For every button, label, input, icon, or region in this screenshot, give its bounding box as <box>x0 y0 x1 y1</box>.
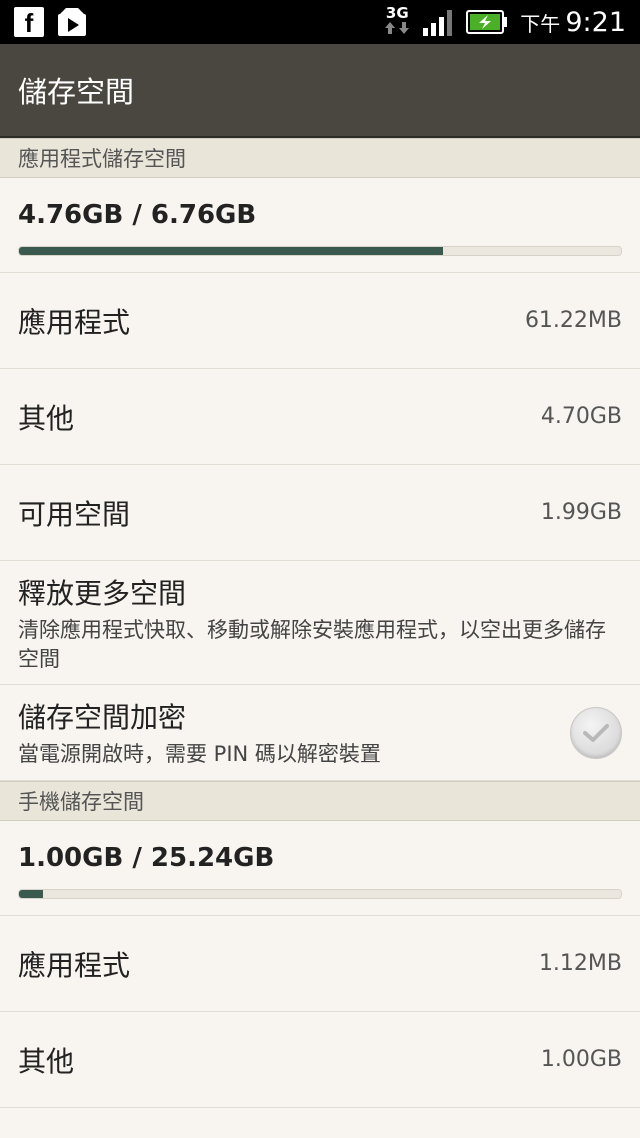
list-item-value: 61.22MB <box>524 308 622 333</box>
page-title: 儲存空間 <box>18 75 135 109</box>
phone-storage-progress-bar <box>18 889 622 899</box>
app-storage-progress-bar <box>18 246 622 256</box>
facebook-icon: f <box>14 7 44 38</box>
phone-storage-usage: 1.00GB / 25.24GB <box>0 821 640 916</box>
section-title: 手機儲存空間 <box>18 790 144 814</box>
battery-charging-icon <box>466 10 508 34</box>
list-item-value: 1.00GB <box>540 1047 622 1072</box>
phone-storage-usage-text: 1.00GB / 25.24GB <box>18 843 275 873</box>
phone-storage-progress-fill <box>19 890 44 898</box>
list-item-value: 1.12MB <box>538 951 622 976</box>
free-up-space-description: 清除應用程式快取、移動或解除安裝應用程式，以空出更多儲存空間 <box>18 617 606 671</box>
list-item-other[interactable]: 其他 4.70GB <box>0 369 640 465</box>
network-type-label: 3G <box>385 3 409 22</box>
section-header-app-storage: 應用程式儲存空間 <box>0 138 640 178</box>
signal-icon <box>423 10 453 36</box>
clock: 下午 9:21 <box>520 7 626 38</box>
storage-encryption-checkbox[interactable] <box>570 706 622 759</box>
section-title: 應用程式儲存空間 <box>18 147 186 171</box>
play-store-icon <box>58 8 86 36</box>
list-item-value: 4.70GB <box>540 404 622 429</box>
list-item-apps[interactable]: 應用程式 61.22MB <box>0 273 640 369</box>
free-up-space-title: 釋放更多空間 <box>18 576 187 610</box>
list-item-label: 應用程式 <box>18 305 131 339</box>
free-up-space-item[interactable]: 釋放更多空間 清除應用程式快取、移動或解除安裝應用程式，以空出更多儲存空間 <box>0 561 640 685</box>
clock-time: 9:21 <box>565 6 626 38</box>
list-item-label: 可用空間 <box>18 497 131 531</box>
checkmark-icon <box>583 723 609 742</box>
list-item-value: 1.99GB <box>540 500 622 525</box>
data-arrows-icon <box>385 21 410 34</box>
storage-encryption-title: 儲存空間加密 <box>18 701 187 734</box>
storage-encryption-item[interactable]: 儲存空間加密 當電源開啟時，需要 PIN 碼以解密裝置 <box>0 685 640 781</box>
app-storage-usage-text: 4.76GB / 6.76GB <box>18 200 257 230</box>
list-item-label: 其他 <box>18 1044 75 1078</box>
title-bar: 儲存空間 <box>0 44 640 138</box>
list-item-available-space[interactable]: 可用空間 1.99GB <box>0 465 640 561</box>
network-indicator: 3G <box>384 3 410 39</box>
list-item-label: 應用程式 <box>18 948 131 982</box>
status-bar: f 3G 下午 9:21 <box>0 0 640 44</box>
storage-encryption-text: 儲存空間加密 當電源開啟時，需要 PIN 碼以解密裝置 <box>18 696 381 769</box>
storage-encryption-description: 當電源開啟時，需要 PIN 碼以解密裝置 <box>18 742 381 766</box>
status-bar-notifications: f <box>14 7 88 38</box>
app-storage-usage: 4.76GB / 6.76GB <box>0 178 640 273</box>
section-header-phone-storage: 手機儲存空間 <box>0 781 640 821</box>
list-item-label: 其他 <box>18 401 75 435</box>
status-bar-system: 3G 下午 9:21 <box>384 3 626 39</box>
app-storage-progress-fill <box>19 247 443 255</box>
list-item-phone-other[interactable]: 其他 1.00GB <box>0 1012 640 1108</box>
clock-ampm: 下午 <box>520 11 561 36</box>
list-item-phone-apps[interactable]: 應用程式 1.12MB <box>0 916 640 1012</box>
